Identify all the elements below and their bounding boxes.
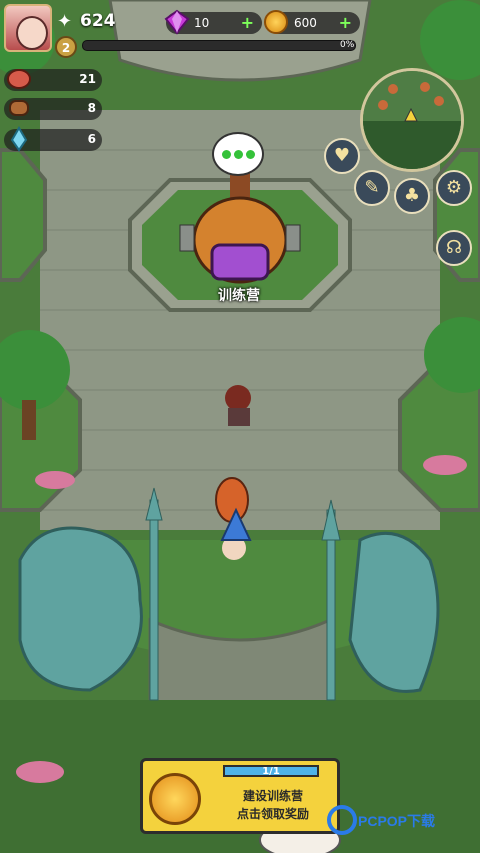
house-heart-icon: ♥ — [333, 145, 351, 166]
speech-dot — [234, 150, 243, 159]
building-name[interactable]: 训练营 — [194, 285, 284, 305]
speech-dot — [222, 150, 231, 159]
add-coins-button[interactable]: + — [339, 12, 352, 34]
add-gems-button[interactable]: + — [241, 12, 254, 34]
scroll-icon: ✎ — [364, 177, 380, 198]
crystal-icon — [10, 126, 28, 152]
coin-value: 600 — [294, 16, 317, 30]
coin-counter[interactable]: 600 + — [264, 10, 360, 34]
game-scene[interactable]: ✦ 624 2 0% 10 + 600 + 21 8 6 ♥ ✎ ♣ ⚙ ☊ 训… — [0, 0, 480, 853]
speech-dot — [246, 150, 255, 159]
quest-progress: 1/1 — [223, 765, 319, 777]
quest-title: 建设训练营 — [242, 789, 303, 803]
support-button[interactable]: ☊ — [436, 230, 472, 266]
backpack-icon: ♣ — [403, 185, 421, 206]
minimap-terrain — [363, 71, 461, 169]
player-avatar[interactable] — [4, 4, 52, 52]
backpack-button[interactable]: ♣ — [394, 178, 430, 214]
power-icon: ✦ — [57, 11, 73, 32]
resource-crystal[interactable]: 6 — [4, 126, 102, 152]
resource-wood[interactable]: 8 — [4, 98, 102, 120]
svg-text:PCPOP下载: PCPOP下载 — [358, 813, 435, 829]
quest-claim-text: 点击领取奖励 — [236, 807, 309, 821]
crystal-value: 6 — [87, 132, 96, 146]
xp-bar — [82, 40, 356, 51]
coin-icon — [264, 10, 288, 34]
meat-value: 21 — [79, 72, 96, 86]
quest-panel[interactable]: 1/1 建设训练营 点击领取奖励 — [140, 758, 340, 834]
gear-icon: ⚙ — [445, 177, 463, 198]
gem-icon — [164, 9, 190, 35]
wood-value: 8 — [87, 101, 96, 115]
watermark-logo: PCPOP下载 — [327, 805, 435, 835]
headset-icon: ☊ — [446, 237, 462, 258]
reward-coin-icon — [149, 773, 201, 825]
settings-button[interactable]: ⚙ — [436, 170, 472, 206]
power-value: 624 — [80, 11, 116, 31]
meat-icon — [7, 69, 31, 89]
gem-counter[interactable]: 10 + — [164, 9, 262, 35]
wood-icon — [9, 100, 29, 116]
xp-percent: 0% — [340, 40, 355, 50]
speech-bubble[interactable] — [212, 132, 264, 176]
resource-meat[interactable]: 21 — [4, 69, 102, 91]
quest-scroll-button[interactable]: ✎ — [354, 170, 390, 206]
gem-value: 10 — [194, 16, 210, 30]
avatar-face — [16, 16, 48, 50]
level-badge: 2 — [55, 36, 77, 58]
shop-button[interactable]: ♥ — [324, 138, 360, 174]
minimap[interactable] — [360, 68, 464, 172]
